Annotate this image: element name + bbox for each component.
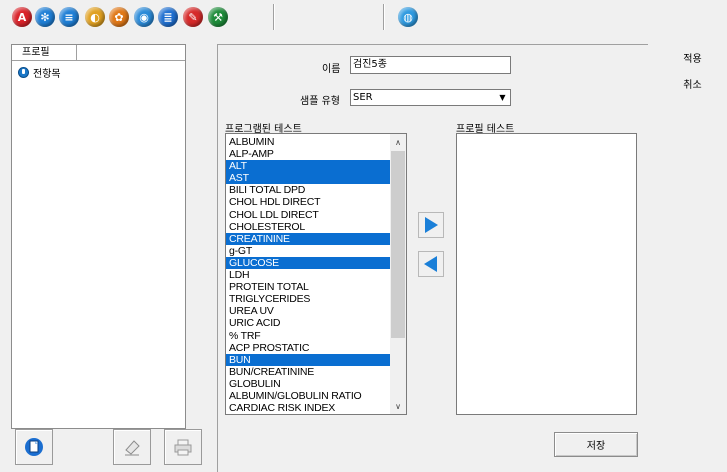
list-item[interactable]: CHOL HDL DIRECT [226, 196, 392, 208]
programmed-tests-scrollbar[interactable]: ∧ ∨ [390, 134, 406, 414]
list-item[interactable]: BILI TOTAL DPD [226, 184, 392, 196]
list-item[interactable]: ALBUMIN [226, 136, 392, 148]
eraser-icon [125, 440, 140, 456]
sample-type-label: 샘플 유형 [300, 96, 340, 107]
apply-button[interactable]: 적용 [665, 50, 720, 65]
snowflake-icon[interactable]: ✻ [35, 7, 55, 27]
list-item[interactable]: CARDIAC RISK INDEX [226, 402, 392, 414]
toolbar-separator [273, 4, 274, 30]
tree-item-all[interactable]: 전항목 [18, 65, 61, 80]
eye-icon[interactable]: ◉ [134, 7, 154, 27]
wrench-red-icon[interactable]: ✎ [183, 7, 203, 27]
new-profile-button[interactable] [15, 429, 53, 465]
tree-item-label: 전항목 [33, 68, 61, 80]
scrollbar-thumb[interactable] [391, 151, 405, 338]
scroll-down-icon[interactable]: ∨ [390, 398, 406, 414]
print-button[interactable] [164, 429, 202, 465]
flower-icon[interactable]: ✿ [109, 7, 129, 27]
list-item[interactable]: BUN/CREATININE [226, 366, 392, 378]
sample-type-select[interactable]: SER ▼ [350, 89, 511, 106]
globe-icon[interactable]: ◍ [398, 7, 418, 27]
list-item[interactable]: PROTEIN TOTAL [226, 281, 392, 293]
list-item[interactable]: URIC ACID [226, 317, 392, 329]
document-icon [25, 438, 43, 456]
arrow-right-icon [425, 217, 438, 233]
name-field[interactable]: 검진5종 [350, 56, 511, 74]
tube-icon[interactable]: ◐ [85, 7, 105, 27]
info-icon [18, 66, 29, 78]
toolbar-separator [383, 4, 384, 30]
list-item[interactable]: CHOL LDL DIRECT [226, 209, 392, 221]
profile-tree-panel: 프로필 전항목 [11, 44, 186, 429]
list-item[interactable]: ALT [226, 160, 392, 173]
printer-icon [174, 439, 192, 456]
profile-column-header[interactable]: 프로필 [12, 45, 77, 61]
remove-test-button[interactable] [418, 251, 444, 277]
list-item[interactable]: AST [226, 172, 392, 185]
sample-type-value: SER [353, 92, 373, 103]
add-test-button[interactable] [418, 212, 444, 238]
list-item[interactable]: GLUCOSE [226, 256, 392, 270]
wrench-green-icon[interactable]: ⚒ [208, 7, 228, 27]
arrow-left-icon [424, 256, 437, 272]
list-item[interactable]: UREA UV [226, 305, 392, 317]
list-item[interactable]: ACP PROSTATIC [226, 342, 392, 354]
list-item[interactable]: ALP-AMP [226, 148, 392, 160]
list-item[interactable]: ALBUMIN/GLOBULIN RATIO [226, 390, 392, 402]
chevron-down-icon[interactable]: ▼ [495, 90, 510, 105]
disk-icon[interactable]: ≡ [59, 7, 79, 27]
toolbar: A ✻ ≡ ◐ ✿ ◉ ≣ ✎ ⚒ ◍ [0, 0, 727, 34]
list-item[interactable]: BUN [226, 353, 392, 366]
save-button[interactable]: 저장 [554, 432, 638, 457]
list-item[interactable]: GLOBULIN [226, 378, 392, 390]
list-item[interactable]: LDH [226, 269, 392, 281]
profile-tests-list[interactable] [456, 133, 637, 415]
list-item[interactable]: CHOLESTEROL [226, 221, 392, 233]
alert-icon[interactable]: A [12, 7, 32, 27]
cancel-button[interactable]: 취소 [665, 76, 720, 91]
programmed-tests-list[interactable]: ALBUMIN ALP-AMP ALT AST BILI TOTAL DPD CHOL H… [225, 133, 407, 415]
list-item[interactable]: g-GT [226, 245, 392, 257]
profile-header-filler [77, 45, 185, 61]
scroll-up-icon[interactable]: ∧ [390, 134, 406, 150]
list-item[interactable]: CREATININE [226, 232, 392, 245]
stack-icon[interactable]: ≣ [158, 7, 178, 27]
name-label: 이름 [322, 64, 341, 75]
edit-profile-button[interactable] [113, 429, 151, 465]
list-item[interactable]: TRIGLYCERIDES [226, 293, 392, 305]
list-item[interactable]: % TRF [226, 330, 392, 342]
